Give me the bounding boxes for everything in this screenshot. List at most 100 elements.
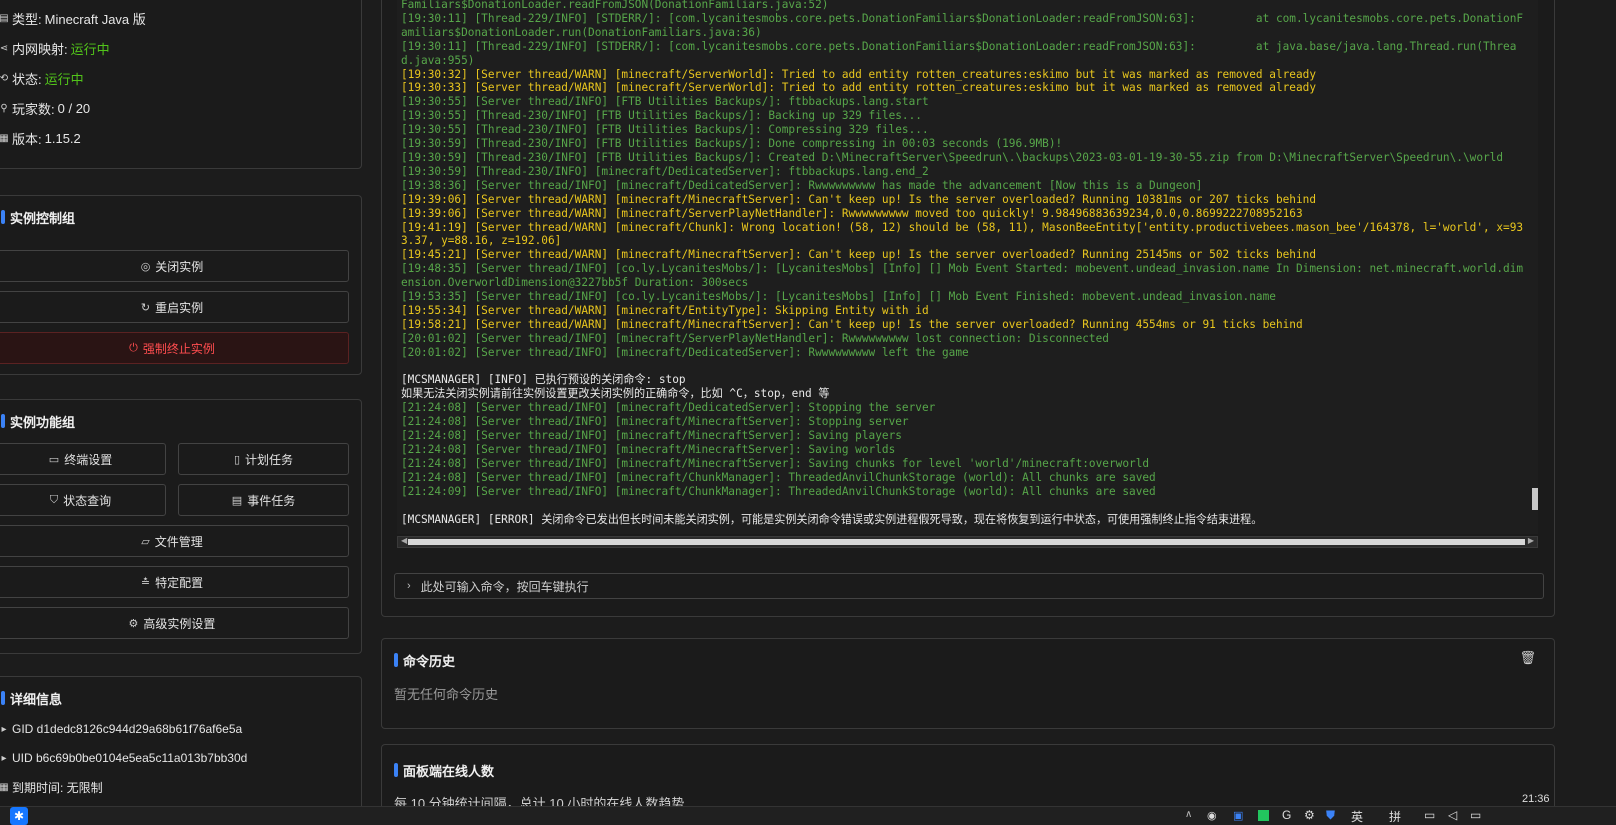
settings-tray-icon[interactable]: ⚙ <box>1304 808 1315 822</box>
terminal-settings-label: 终端设置 <box>64 452 113 467</box>
sliders-icon: ≛ <box>140 576 151 589</box>
title-accent-bar <box>1 210 5 224</box>
terminal-line: [21:24:09] [Server thread/INFO] [minecra… <box>401 484 1156 498</box>
details-title: 详细信息 <box>1 687 62 709</box>
terminal-settings-button[interactable]: ▭ 终端设置 <box>0 443 166 475</box>
control-group-title-text: 实例控制组 <box>10 210 76 226</box>
terminal-line: [19:30:55] [Thread-230/INFO] [FTB Utilit… <box>401 123 929 137</box>
tray-chevron-icon[interactable]: ∧ <box>1185 809 1192 820</box>
info-status-label: 状态: <box>12 71 42 87</box>
windows-taskbar: ✱ ∧ ◉ ▣ G ⚙ ⛊ 英 拼 ▭ ◁ ▭ 21:36 <box>0 793 1616 825</box>
history-panel: 命令历史 🗑 暂无任何命令历史 <box>381 638 1555 729</box>
specific-config-button[interactable]: ≛ 特定配置 <box>0 566 349 598</box>
info-version-row: ▦ 版本: 1.15.2 <box>0 128 81 148</box>
info-type-label: 类型: <box>12 11 42 27</box>
status-query-button[interactable]: ⛉ 状态查询 <box>0 484 166 516</box>
scroll-right-arrow-icon[interactable]: ▶ <box>1528 536 1534 545</box>
id-icon: ▸ <box>1 752 7 764</box>
calendar-icon: ▦ <box>0 132 9 144</box>
terminal-line: [20:01:02] [Server thread/INFO] [minecra… <box>401 331 1109 345</box>
title-accent-bar <box>1 691 5 705</box>
taskbar-clock[interactable]: 21:36 <box>1522 793 1550 805</box>
terminal-line: [19:38:36] [Server thread/INFO] [minecra… <box>401 178 1203 192</box>
share-icon: ⋖ <box>0 42 9 54</box>
status-icon: ⟲ <box>0 72 9 84</box>
terminal-vertical-scroll-thumb[interactable] <box>1532 488 1538 510</box>
title-accent-bar <box>394 763 398 777</box>
terminal-horizontal-scroll-thumb[interactable] <box>408 539 1525 545</box>
terminal-line: [19:58:21] [Server thread/WARN] [minecra… <box>401 317 1303 331</box>
terminal-line: [19:30:59] [Thread-230/INFO] [minecraft/… <box>401 164 929 178</box>
stop-circle-icon: ◎ <box>140 260 151 273</box>
calendar-icon: ▦ <box>0 781 9 793</box>
scroll-left-arrow-icon[interactable]: ◀ <box>401 536 407 545</box>
history-empty-text: 暂无任何命令历史 <box>394 687 499 702</box>
terminal-line: [19:30:59] [Thread-230/INFO] [FTB Utilit… <box>401 137 1063 151</box>
advanced-settings-button[interactable]: ⚙ 高级实例设置 <box>0 607 349 639</box>
restart-instance-button[interactable]: ↻ 重启实例 <box>0 291 349 323</box>
info-status-row: ⟲ 状态: 运行中 <box>0 68 84 88</box>
close-instance-button[interactable]: ◎ 关闭实例 <box>0 250 349 282</box>
book-icon: ▤ <box>231 494 243 507</box>
details-panel: 详细信息 ▸ GID d1dedc8126c944d29a68b61f76af6… <box>0 676 362 816</box>
battery-icon[interactable]: ▭ <box>1470 808 1481 822</box>
specific-config-label: 特定配置 <box>155 575 204 590</box>
power-icon: ⏻ <box>129 341 138 354</box>
terminal-line: [19:30:11] [Thread-229/INFO] [STDERR/]: … <box>401 11 1524 39</box>
terminal-horizontal-scrollbar[interactable]: ◀ ▶ <box>397 536 1538 548</box>
terminal-line: [MCSMANAGER] [INFO] 已执行预设的关闭命令: stop <box>401 373 686 387</box>
history-title: 命令历史 <box>394 649 455 671</box>
cart-icon: ⛉ <box>49 493 59 506</box>
ime-label[interactable]: 英 <box>1351 808 1363 825</box>
terminal-line: [21:24:08] [Server thread/INFO] [minecra… <box>401 456 1150 470</box>
terminal-line: [19:39:06] [Server thread/WARN] [minecra… <box>401 206 1303 220</box>
g-app-icon[interactable]: G <box>1282 808 1291 822</box>
shield-icon[interactable]: ⛊ <box>1326 808 1335 823</box>
terminal-line: [19:30:33] [Server thread/WARN] [minecra… <box>401 81 1317 95</box>
delete-icon[interactable]: 🗑 <box>1519 650 1536 666</box>
reload-icon: ↻ <box>140 301 151 314</box>
gid-value: GID d1dedc8126c944d29a68b61f76af6e5a <box>12 722 243 736</box>
command-input[interactable]: › 此处可输入命令，按回车键执行 <box>394 573 1544 599</box>
history-title-text: 命令历史 <box>403 653 456 669</box>
file-manager-button[interactable]: ▱ 文件管理 <box>0 525 349 557</box>
monitor-icon: ▭ <box>48 453 60 466</box>
expire-value: 到期时间: 无限制 <box>12 780 103 795</box>
document-icon: ▤ <box>0 12 9 24</box>
layout-label[interactable]: 拼 <box>1389 808 1401 825</box>
info-version-label: 版本: <box>12 131 42 147</box>
volume-icon[interactable]: ◁ <box>1448 808 1457 822</box>
steam-icon[interactable]: ◉ <box>1207 809 1217 822</box>
terminal-line: [19:55:34] [Server thread/WARN] [minecra… <box>401 303 929 317</box>
green-app-icon[interactable] <box>1258 810 1269 821</box>
advanced-settings-label: 高级实例设置 <box>143 616 216 631</box>
terminal-line: [20:01:02] [Server thread/INFO] [minecra… <box>401 345 969 359</box>
close-instance-label: 关闭实例 <box>155 259 204 274</box>
terminal-line: [19:48:35] [Server thread/INFO] [co.ly.L… <box>401 262 1524 290</box>
title-accent-bar <box>1 414 5 428</box>
app-icon[interactable]: ✱ <box>10 807 28 825</box>
terminal-vertical-scrollbar[interactable] <box>1531 0 1538 534</box>
function-group-title-text: 实例功能组 <box>10 414 76 430</box>
info-mapping-value: 运行中 <box>70 41 110 57</box>
terminal-line: [MCSMANAGER] [ERROR] 关闭命令已发出但长时间未能关闭实例，可… <box>401 512 1263 526</box>
display-icon[interactable]: ▭ <box>1424 808 1435 822</box>
terminal-line: [21:24:08] [Server thread/INFO] [minecra… <box>401 415 909 429</box>
terminal-output[interactable]: Familiars$DonationLoader.readFromJSON(Do… <box>397 0 1538 534</box>
command-input-placeholder: 此处可输入命令，按回车键执行 <box>420 579 589 594</box>
terminal-line: [19:39:06] [Server thread/WARN] [minecra… <box>401 192 1317 206</box>
network-icon[interactable]: ▣ <box>1233 809 1243 822</box>
info-type-row: ▤ 类型: Minecraft Java 版 <box>0 8 146 28</box>
kill-instance-label: 强制终止实例 <box>142 341 215 356</box>
info-mapping-row: ⋖ 内网映射: 运行中 <box>0 38 110 58</box>
details-title-text: 详细信息 <box>10 691 63 707</box>
schedule-task-button[interactable]: ▯ 计划任务 <box>178 443 349 475</box>
info-type-value: Minecraft Java 版 <box>44 11 146 27</box>
event-task-button[interactable]: ▤ 事件任务 <box>178 484 349 516</box>
title-accent-bar <box>394 653 398 667</box>
control-group-panel: 实例控制组 ◎ 关闭实例 ↻ 重启实例 ⏻ 强制终止实例 <box>0 195 362 375</box>
kill-instance-button[interactable]: ⏻ 强制终止实例 <box>0 332 349 364</box>
terminal-line: [21:24:08] [Server thread/INFO] [minecra… <box>401 442 896 456</box>
